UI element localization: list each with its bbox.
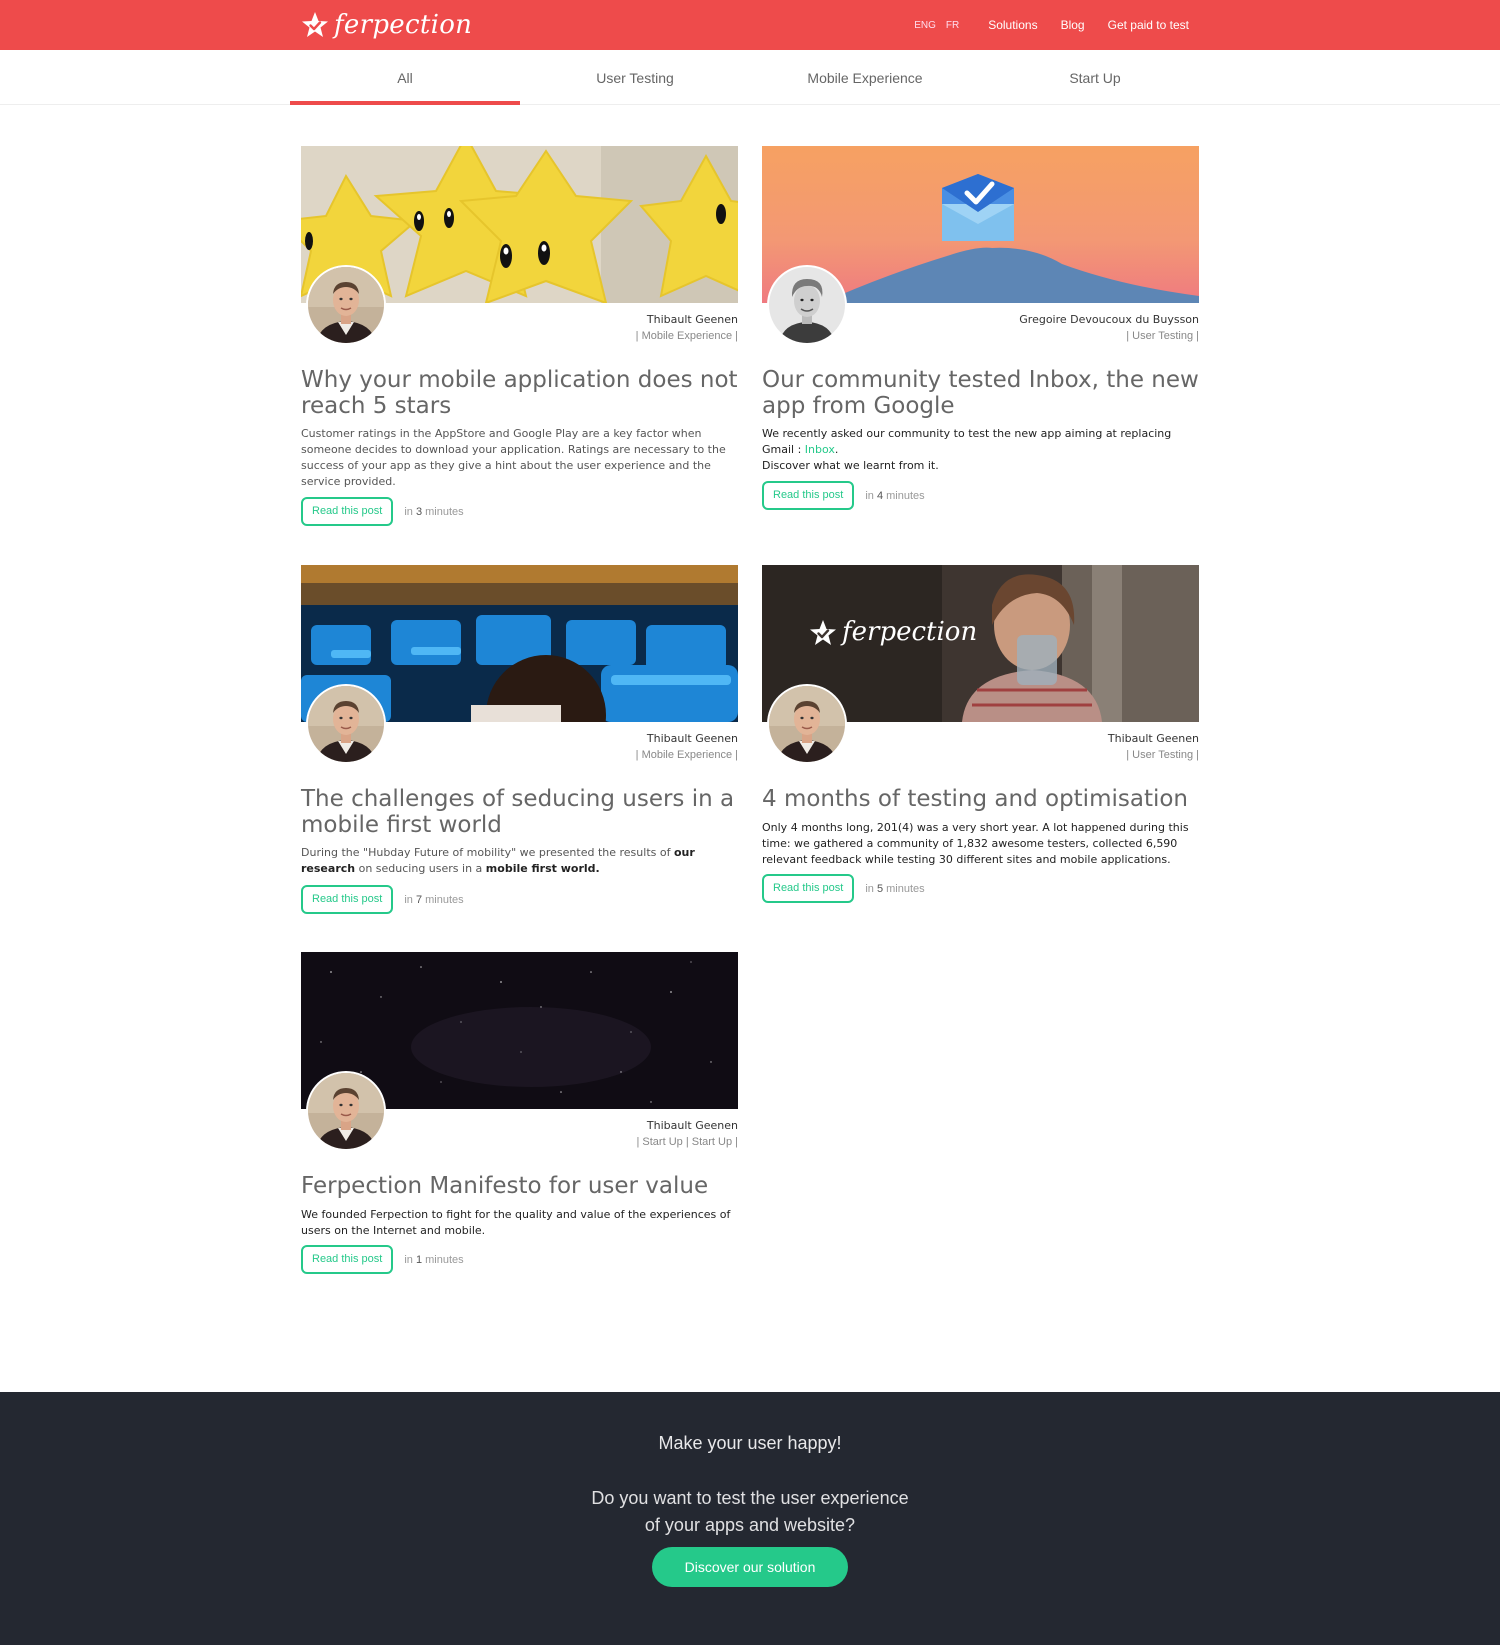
post-meta: Thibault Geenen | Mobile Experience | xyxy=(636,732,738,761)
author-name: Thibault Geenen xyxy=(646,732,738,745)
discover-solution-button[interactable]: Discover our solution xyxy=(652,1547,848,1587)
post-actions: Read this post in 1 minutes xyxy=(301,1245,464,1274)
language-french[interactable]: FR xyxy=(946,20,959,31)
post-actions: Read this post in 4 minutes xyxy=(762,481,925,510)
star-logo-icon xyxy=(302,12,328,37)
post-meta: Thibault Geenen | Mobile Experience | xyxy=(636,313,738,342)
post-card: Gregoire Devoucoux du Buysson | User Tes… xyxy=(762,146,1199,526)
post-title[interactable]: Our community tested Inbox, the new app … xyxy=(762,367,1199,419)
read-time: in 1 minutes xyxy=(404,1253,464,1266)
footer-cta: Make your user happy! Do you want to tes… xyxy=(0,1392,1500,1645)
read-post-button[interactable]: Read this post xyxy=(301,1245,394,1274)
post-excerpt: During the "Hubday Future of mobility" w… xyxy=(301,846,695,875)
post-categories[interactable]: | User Testing | xyxy=(1019,330,1199,342)
post-title[interactable]: Why your mobile application does not rea… xyxy=(301,367,738,419)
language-english[interactable]: ENG xyxy=(914,20,936,31)
post-title[interactable]: Ferpection Manifesto for user value xyxy=(301,1173,738,1199)
read-time: in 3 minutes xyxy=(404,505,464,518)
post-categories[interactable]: | Mobile Experience | xyxy=(636,330,738,342)
author-name: Thibault Geenen xyxy=(646,313,738,326)
read-post-button[interactable]: Read this post xyxy=(301,885,394,914)
post-actions: Read this post in 3 minutes xyxy=(301,497,464,526)
post-excerpt: Customer ratings in the AppStore and Goo… xyxy=(301,427,726,488)
post-actions: Read this post in 7 minutes xyxy=(301,885,464,914)
post-categories[interactable]: | Start Up | Start Up | xyxy=(637,1136,739,1148)
top-nav: ENG FR Solutions Blog Get paid to test xyxy=(914,0,1189,50)
image-logo-text: ferpection xyxy=(842,617,978,647)
footer-question: Do you want to test the user experience … xyxy=(591,1488,909,1535)
category-tabs: All User Testing Mobile Experience Start… xyxy=(290,50,1210,105)
tab-start-up[interactable]: Start Up xyxy=(980,50,1210,105)
ferpection-logo[interactable]: ferpection xyxy=(301,6,472,44)
author-avatar xyxy=(306,265,386,345)
post-actions: Read this post in 5 minutes xyxy=(762,874,925,903)
author-avatar xyxy=(767,684,847,764)
post-excerpt: We founded Ferpection to fight for the q… xyxy=(301,1208,731,1237)
read-post-button[interactable]: Read this post xyxy=(301,497,394,526)
author-avatar xyxy=(306,1071,386,1151)
post-card: Thibault Geenen | Mobile Experience | Th… xyxy=(301,565,738,925)
post-card: Thibault Geenen | Start Up | Start Up | … xyxy=(301,952,738,1282)
author-avatar xyxy=(306,684,386,764)
read-time: in 4 minutes xyxy=(865,489,925,502)
inbox-link[interactable]: Inbox xyxy=(805,443,835,456)
nav-blog[interactable]: Blog xyxy=(1061,18,1085,32)
post-excerpt: Only 4 months long, 201(4) was a very sh… xyxy=(762,821,1189,866)
author-avatar xyxy=(767,265,847,345)
post-card: Thibault Geenen | Mobile Experience | Wh… xyxy=(301,146,738,526)
logo-text: ferpection xyxy=(334,10,473,40)
post-meta: Thibault Geenen | User Testing | xyxy=(1108,732,1199,761)
top-navigation-bar: ferpection ENG FR Solutions Blog Get pai… xyxy=(0,0,1500,50)
post-title[interactable]: 4 months of testing and optimisation xyxy=(762,786,1199,812)
post-meta: Thibault Geenen | Start Up | Start Up | xyxy=(637,1119,739,1148)
nav-get-paid-to-test[interactable]: Get paid to test xyxy=(1108,18,1189,32)
read-time: in 7 minutes xyxy=(404,893,464,906)
post-card: ferpection Thibault Geenen | User Testin… xyxy=(762,565,1199,925)
nav-solutions[interactable]: Solutions xyxy=(988,18,1037,32)
post-meta: Gregoire Devoucoux du Buysson | User Tes… xyxy=(1019,313,1199,342)
read-time: in 5 minutes xyxy=(865,882,925,895)
tab-user-testing[interactable]: User Testing xyxy=(520,50,750,105)
post-categories[interactable]: | User Testing | xyxy=(1108,749,1199,761)
post-categories[interactable]: | Mobile Experience | xyxy=(636,749,738,761)
read-post-button[interactable]: Read this post xyxy=(762,874,855,903)
post-title[interactable]: The challenges of seducing users in a mo… xyxy=(301,786,738,838)
author-name: Thibault Geenen xyxy=(1107,732,1199,745)
read-post-button[interactable]: Read this post xyxy=(762,481,855,510)
post-excerpt: We recently asked our community to test … xyxy=(762,427,1172,472)
tab-all[interactable]: All xyxy=(290,50,520,105)
footer-title: Make your user happy! xyxy=(658,1433,842,1453)
tab-mobile-experience[interactable]: Mobile Experience xyxy=(750,50,980,105)
author-name: Gregoire Devoucoux du Buysson xyxy=(1019,313,1199,326)
author-name: Thibault Geenen xyxy=(646,1119,738,1132)
